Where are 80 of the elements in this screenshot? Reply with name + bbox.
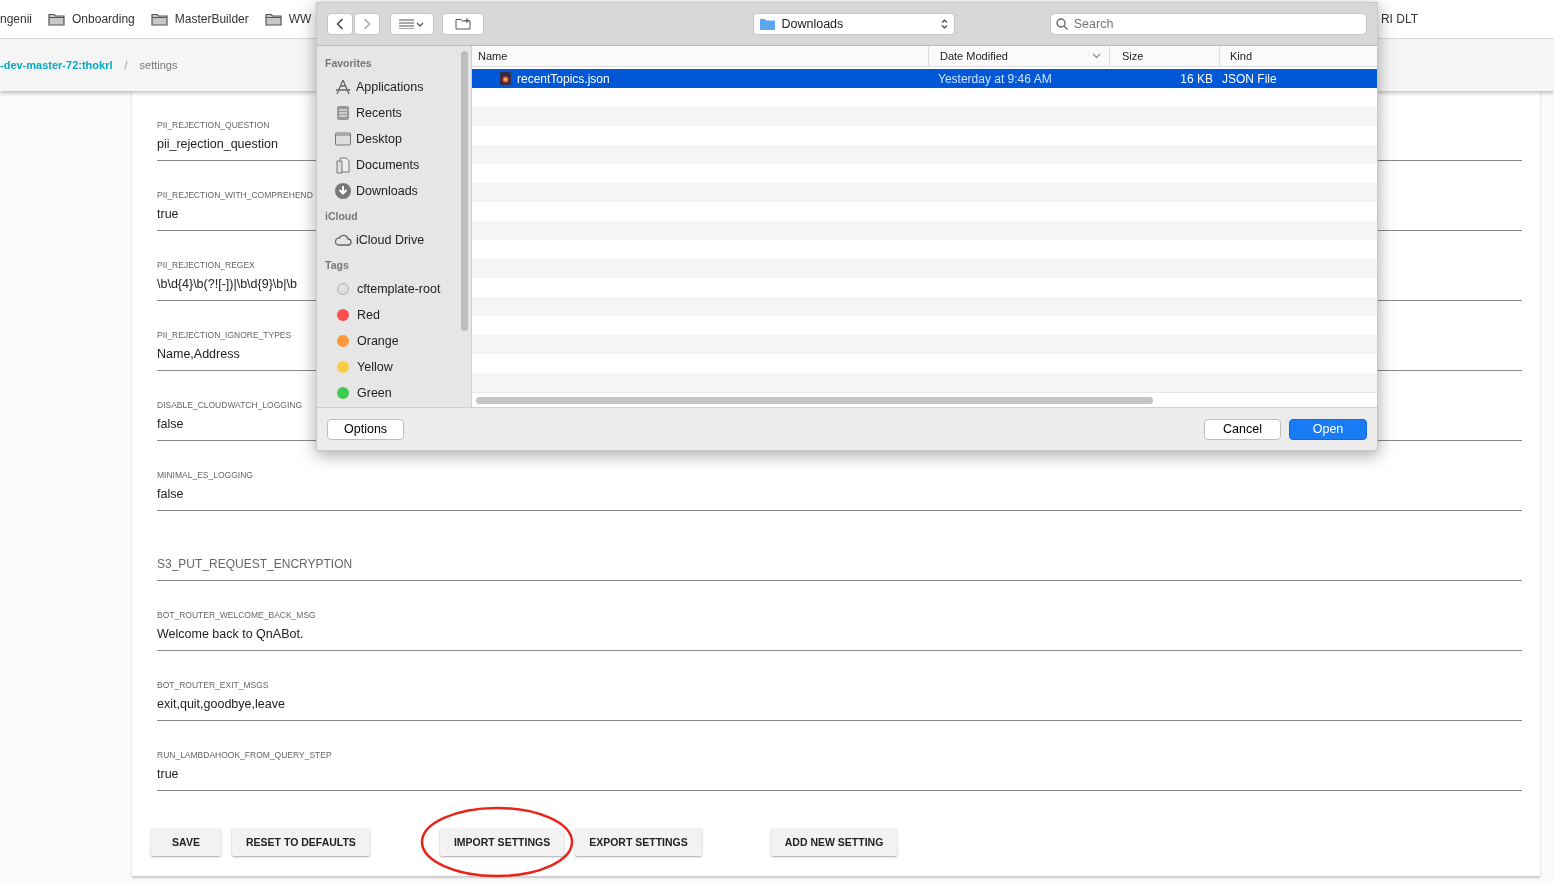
setting-field[interactable]: BOT_ROUTER_WELCOME_BACK_MSG Welcome back to QnABot. <box>157 581 1522 651</box>
folder-plus-icon <box>454 18 472 30</box>
folder-icon <box>264 12 282 26</box>
setting-field[interactable]: S3_PUT_REQUEST_ENCRYPTION <box>157 511 1522 581</box>
field-value: true <box>157 766 179 783</box>
download-icon <box>334 182 352 200</box>
scrollbar-thumb[interactable] <box>461 51 468 331</box>
save-button[interactable]: SAVE <box>151 828 221 856</box>
back-button[interactable] <box>327 13 353 35</box>
sidebar-item[interactable]: Recents <box>325 100 402 126</box>
search-field[interactable]: Search <box>1049 13 1367 35</box>
sidebar-item[interactable]: Red <box>325 302 380 328</box>
new-folder-button[interactable] <box>441 13 485 35</box>
field-value: true <box>157 206 179 223</box>
folder-icon <box>760 18 776 30</box>
open-button[interactable]: Open <box>1289 418 1367 440</box>
field-value: false <box>157 416 184 433</box>
field-value: false <box>157 486 184 503</box>
field-label: PII_REJECTION_IGNORE_TYPES <box>157 329 292 341</box>
bookmark-link[interactable]: ngenii <box>0 12 33 26</box>
documents-icon <box>334 156 352 174</box>
column-header[interactable]: Name <box>472 46 929 66</box>
bookmark-link[interactable]: MasterBuilder <box>174 12 249 26</box>
field-value: exit,quit,goodbye,leave <box>157 696 285 713</box>
clock-list-icon <box>334 104 352 122</box>
sidebar-heading: Favorites <box>325 56 372 71</box>
setting-field[interactable]: BOT_ROUTER_EXIT_MSGS exit,quit,goodbye,leave <box>157 651 1522 721</box>
sidebar-item[interactable]: Downloads <box>325 178 418 204</box>
location-dropdown[interactable]: Downloads <box>753 13 955 35</box>
column-header[interactable]: Kind <box>1220 46 1377 66</box>
chevron-right-icon <box>363 18 371 30</box>
breadcrumb-separator: / <box>124 59 128 71</box>
field-label: PII_REJECTION_REGEX <box>157 259 255 271</box>
field-value: pii_rejection_question <box>157 136 278 153</box>
column-header[interactable]: Size <box>1110 46 1220 66</box>
file-row[interactable]: recentTopics.json Yesterday at 9:46 AM 16 KB JSON File <box>472 69 1377 88</box>
sidebar-item[interactable]: Documents <box>325 152 420 178</box>
sidebar-heading: Tags <box>325 258 349 273</box>
sidebar-item[interactable]: Green <box>325 380 392 406</box>
field-value: Name,Address <box>157 346 240 363</box>
sidebar-item[interactable]: Applications <box>325 74 424 100</box>
sidebar-item[interactable]: Orange <box>325 328 399 354</box>
field-label: BOT_ROUTER_WELCOME_BACK_MSG <box>157 609 316 621</box>
import-button[interactable]: IMPORT SETTINGS <box>439 828 565 856</box>
list-view-icon <box>398 19 425 29</box>
folder-icon <box>48 12 66 26</box>
field-value: Welcome back to QnABot. <box>157 626 304 643</box>
field-label: PII_REJECTION_QUESTION <box>157 119 270 131</box>
column-header[interactable]: Date Modified <box>929 46 1110 66</box>
bookmark-link[interactable]: WW <box>288 12 312 26</box>
options-button[interactable]: Options <box>327 418 405 440</box>
sidebar-heading: iCloud <box>325 209 358 224</box>
sidebar-item[interactable]: Desktop <box>325 126 402 152</box>
search-icon <box>1055 18 1068 30</box>
file-icon <box>500 72 511 85</box>
bookmark-link[interactable]: RI DLT <box>1380 12 1418 26</box>
field-label: BOT_ROUTER_EXIT_MSGS <box>157 679 269 691</box>
reset-button[interactable]: RESET TO DEFAULTS <box>232 828 370 856</box>
export-button[interactable]: EXPORT SETTINGS <box>575 828 702 856</box>
field-label: RUN_LAMBDAHOOK_FROM_QUERY_STEP <box>157 749 332 761</box>
cancel-button[interactable]: Cancel <box>1204 418 1281 440</box>
folder-icon <box>150 12 168 26</box>
field-label: MINIMAL_ES_LOGGING <box>157 469 253 481</box>
setting-field[interactable]: RUN_LAMBDAHOOK_FROM_QUERY_STEP true <box>157 721 1522 791</box>
field-value: \b\d{4}\b(?![-])|\b\d{9}\b|\b <box>157 276 297 293</box>
applications-icon <box>334 78 352 96</box>
field-placeholder: S3_PUT_REQUEST_ENCRYPTION <box>157 556 353 573</box>
view-options-button[interactable] <box>390 13 434 35</box>
chevron-left-icon <box>336 18 344 30</box>
updown-chevron-icon <box>940 18 948 30</box>
field-label: DISABLE_CLOUDWATCH_LOGGING <box>157 399 302 411</box>
sidebar-item[interactable]: Yellow <box>325 354 393 380</box>
bookmark-link[interactable]: Onboarding <box>72 12 135 26</box>
sidebar-item[interactable]: cftemplate-root <box>325 276 441 302</box>
sidebar-item[interactable]: iCloud Drive <box>325 227 425 253</box>
scrollbar-thumb[interactable] <box>476 396 1153 404</box>
breadcrumb-item: settings <box>139 59 178 71</box>
field-label: PII_REJECTION_WITH_COMPREHEND <box>157 189 313 201</box>
desktop-icon <box>334 130 352 148</box>
add-button[interactable]: ADD NEW SETTING <box>770 828 898 856</box>
